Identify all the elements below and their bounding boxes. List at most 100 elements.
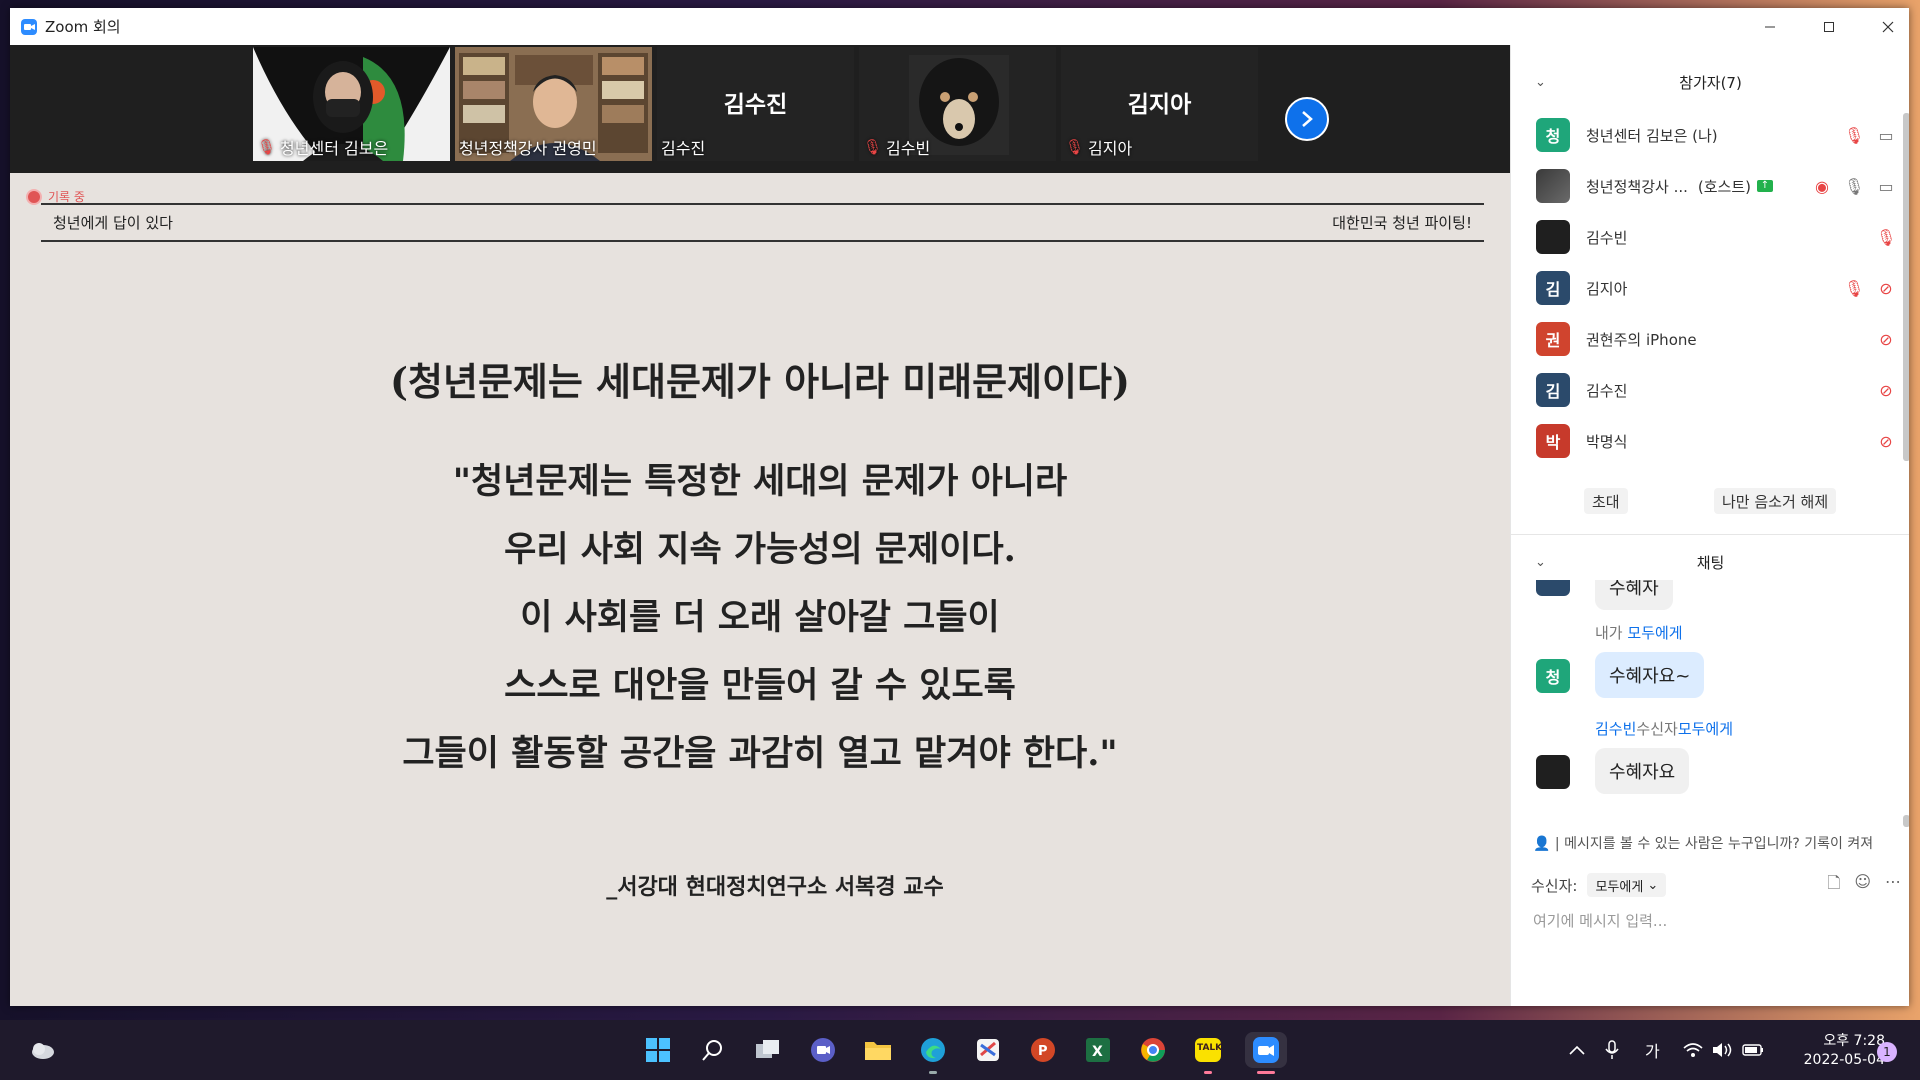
weather-icon[interactable] [24,1032,60,1068]
video-tile[interactable]: 🎙 김수빈 [859,47,1056,161]
teams-icon[interactable] [805,1032,841,1068]
zoom-app-icon [21,18,37,35]
slide-top-rule [41,203,1484,205]
video-camera-icon[interactable]: ▭ [1876,177,1896,196]
tile-name: 청년정책강사 권영민 [459,139,597,158]
volume-icon[interactable] [1712,1020,1734,1080]
avatar: 청 [1536,659,1570,693]
video-tile[interactable]: 김지아 🎙 김지아 [1061,47,1258,161]
avatar: 김 [1536,271,1570,305]
kakaotalk-label: TALK [1197,1043,1223,1053]
quote-line: "청년문제는 특정한 세대의 문제가 아니라 [452,461,1068,502]
quote-line: 이 사회를 더 오래 살아갈 그들이 [520,597,1000,638]
tile-name: 🎙 김수빈 [863,138,931,158]
participant-name: 김지아 [1586,279,1628,298]
zoom-window: Zoom 회의 🎙 청년센터 김보은 청년정책강사 권영민 김수진 김수진 🎙 … [10,8,1909,1006]
slide-quote: "청년문제는 특정한 세대의 문제가 아니라 우리 사회 지속 가능성의 문제이… [10,448,1510,788]
participant-name: 청년정책강사 ... [1586,177,1688,196]
chat-sender-line: 김수빈수신자모두에게 [1595,720,1734,738]
participant-status-icons: ⊘ [1876,381,1896,400]
file-explorer-icon[interactable] [860,1032,896,1068]
ime-indicator[interactable]: 가 [1645,1020,1660,1080]
participant-row[interactable]: 권 권현주의 iPhone ⊘ [1536,319,1896,359]
avatar: 청 [1536,118,1570,152]
powerpoint-icon[interactable]: P [1025,1032,1061,1068]
tile-name: 🎙 김지아 [1065,138,1133,158]
participant-row[interactable]: 박 박명식 ⊘ [1536,421,1896,461]
avatar [1536,220,1570,254]
muted-mic-icon[interactable]: 🎙 [1844,126,1864,145]
close-button[interactable] [1859,8,1909,45]
muted-mic-icon[interactable]: 🎙 [1876,228,1896,247]
running-indicator [1204,1071,1212,1074]
video-off-icon[interactable]: ⊘ [1876,432,1896,451]
tray-overflow-icon[interactable] [1568,1020,1586,1080]
participant-big-name: 김지아 [1127,92,1192,118]
search-icon[interactable] [695,1032,731,1068]
participants-header: ⌄ 참가자(7) [1511,62,1909,102]
capture-icon[interactable] [970,1032,1006,1068]
kakaotalk-icon[interactable]: TALK [1190,1032,1226,1074]
running-indicator [1257,1071,1275,1074]
edge-icon[interactable] [915,1032,951,1074]
muted-mic-icon: 🎙 [257,138,277,156]
chevron-down-icon: ⌄ [1647,877,1659,893]
chevron-down-icon[interactable]: ⌄ [1535,75,1546,90]
windows-start-icon[interactable] [640,1032,676,1068]
video-camera-icon[interactable]: ▭ [1876,126,1896,145]
host-role-label: (호스트) [1697,177,1751,196]
clock[interactable]: 오후 7:28 2022-05-04 [1775,1032,1885,1070]
recipient-link[interactable]: 모두에게 [1678,720,1733,738]
emoji-icon[interactable]: ☺ [1854,872,1871,899]
video-off-icon[interactable]: ⊘ [1876,279,1896,298]
participant-row[interactable]: 청년정책강사 ... (호스트) ↑ ◉ 🎙 ▭ [1536,166,1896,206]
participant-row[interactable]: 김 김수진 ⊘ [1536,370,1896,410]
video-off-icon[interactable]: ⊘ [1876,381,1896,400]
chat-privacy-note[interactable]: 👤 | 메시지를 볼 수 있는 사람은 누구입니까? 기록이 켜져 [1533,833,1905,853]
battery-icon[interactable] [1742,1020,1764,1080]
chat-bubble[interactable]: 수혜자요~ [1595,652,1705,698]
unmute-me-button[interactable]: 나만 음소거 해제 [1714,488,1837,514]
video-tile[interactable]: 🎙 청년센터 김보은 [253,47,450,161]
more-icon[interactable]: ⋯ [1885,872,1901,899]
quote-line: 그들이 활동할 공간을 과감히 열고 맡겨야 한다." [402,733,1118,774]
recipient-link[interactable]: 모두에게 [1627,624,1682,642]
side-panel: ⌄ 참가자(7) 청 청년센터 김보은 (나) 🎙 ▭ 청년정책강사 ... (… [1510,45,1909,1006]
video-off-icon[interactable]: ⊘ [1876,330,1896,349]
participant-row[interactable]: 김 김지아 🎙 ⊘ [1536,268,1896,308]
notification-badge[interactable]: 1 [1877,1042,1897,1062]
participant-row[interactable]: 김수빈 🎙 [1536,217,1896,257]
avatar: 박 [1536,424,1570,458]
zoom-icon[interactable] [1245,1032,1287,1074]
participant-row[interactable]: 청 청년센터 김보은 (나) 🎙 ▭ [1536,115,1896,155]
recipient-select[interactable]: 모두에게 ⌄ [1587,873,1667,897]
chat-scrollbar[interactable] [1903,815,1909,827]
video-tile[interactable]: 김수진 김수진 [657,47,854,161]
chat-input[interactable] [1531,905,1895,937]
minimize-button[interactable] [1741,8,1799,45]
recipient-row: 수신자: 모두에게 ⌄ 🗋 ☺ ⋯ [1531,872,1901,898]
avatar [1536,580,1570,596]
avatar [1536,755,1570,789]
invite-button[interactable]: 초대 [1584,488,1628,514]
participants-scrollbar[interactable] [1903,113,1909,461]
task-view-icon[interactable] [750,1032,786,1068]
tile-name: 김수진 [661,139,706,158]
chat-bubble[interactable]: 수혜자요 [1595,748,1690,794]
sender-link[interactable]: 김수빈 [1595,720,1636,738]
maximize-button[interactable] [1800,8,1858,45]
excel-icon[interactable]: X [1080,1032,1116,1068]
muted-mic-icon[interactable]: 🎙 [1844,279,1864,298]
participant-big-name: 김수진 [723,92,788,118]
file-icon[interactable]: 🗋 [1827,872,1840,899]
chrome-icon[interactable] [1135,1032,1171,1068]
participant-status-icons: ⊘ [1876,432,1896,451]
slide-header-left: 청년에게 답이 있다 [53,214,173,232]
next-page-button[interactable] [1285,97,1329,141]
chevron-down-icon[interactable]: ⌄ [1535,555,1546,570]
microphone-icon[interactable] [1605,1020,1619,1080]
mic-icon[interactable]: 🎙 [1844,177,1864,196]
video-tile-active-speaker[interactable]: 청년정책강사 권영민 [455,47,652,161]
participant-name: 김수빈 [1586,228,1628,247]
wifi-icon[interactable] [1683,1020,1703,1080]
